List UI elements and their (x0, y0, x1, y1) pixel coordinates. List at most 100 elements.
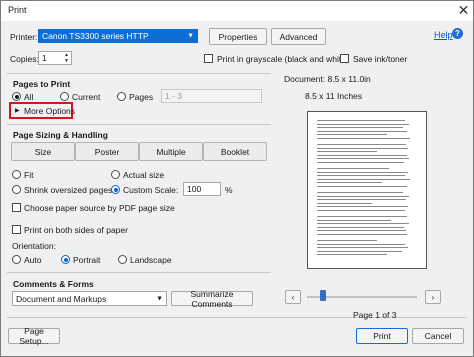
pages-radio[interactable] (117, 92, 126, 101)
preview-text-line (317, 199, 406, 201)
page-setup-button[interactable]: Page Setup... (8, 326, 60, 346)
preview-text-line (317, 175, 405, 177)
preview-text-line (317, 120, 405, 121)
advanced-button[interactable]: Advanced (271, 28, 326, 45)
preview-text-line (317, 138, 410, 139)
preview-page (307, 111, 427, 269)
preview-text-line (317, 151, 377, 153)
tab-poster[interactable]: Poster (75, 142, 139, 161)
preview-text-line (317, 162, 404, 163)
preview-text-line (317, 178, 410, 180)
printer-select-value: Canon TS3300 series HTTP (42, 31, 149, 41)
properties-button[interactable]: Properties (209, 28, 267, 45)
percent-label: % (225, 185, 233, 195)
tab-booklet[interactable]: Booklet (203, 142, 267, 161)
paper-source-label: Choose paper source by PDF page size (24, 203, 175, 213)
pages-label: Pages (129, 92, 154, 102)
custom-scale-value: 100 (187, 184, 202, 194)
shrink-label: Shrink oversized pages (24, 185, 113, 195)
cancel-button[interactable]: Cancel (412, 328, 464, 344)
chevron-left-icon[interactable]: ‹ (285, 290, 301, 304)
page-slider-thumb[interactable] (320, 290, 326, 301)
divider (7, 272, 271, 273)
fit-radio[interactable] (12, 170, 21, 179)
auto-label: Auto (24, 255, 42, 265)
triangle-right-icon: ▶ (15, 108, 20, 114)
landscape-radio[interactable] (118, 255, 127, 264)
preview-text-line (317, 247, 408, 249)
both-sides-label: Print on both sides of paper (24, 225, 128, 235)
pages-range-input[interactable]: 1 - 3 (161, 89, 262, 103)
print-button[interactable]: Print (356, 328, 408, 344)
preview-text-line (317, 223, 409, 225)
current-label: Current (72, 92, 101, 102)
help-link[interactable]: Help (434, 30, 453, 40)
window-title: Print (8, 5, 27, 15)
summarize-comments-button[interactable]: Summarize Comments (171, 289, 253, 309)
tab-size[interactable]: Size (11, 142, 75, 161)
page-indicator: Page 1 of 3 (353, 310, 397, 320)
preview-text-line (317, 171, 408, 173)
save-ink-checkbox[interactable] (340, 54, 349, 63)
divider (7, 73, 271, 74)
preview-text-line (317, 240, 377, 241)
comments-forms-title: Comments & Forms (13, 279, 94, 289)
all-radio[interactable] (12, 92, 21, 101)
portrait-label: Portrait (73, 255, 101, 265)
preview-text-line (317, 154, 407, 156)
preview-text-line (317, 219, 391, 221)
save-ink-label: Save ink/toner (353, 54, 408, 64)
comments-select-value: Document and Markups (16, 293, 107, 304)
preview-text-line (317, 210, 405, 211)
preview-text-line (317, 216, 407, 217)
actual-size-radio[interactable] (111, 170, 120, 179)
tab-booklet-label: Booklet (220, 146, 250, 157)
preview-text-line (317, 192, 403, 193)
more-options-toggle[interactable]: More Options (24, 106, 75, 116)
title-bar: Print ✕ (1, 1, 473, 21)
custom-scale-label: Custom Scale: (123, 185, 179, 195)
preview-text-line (317, 186, 407, 187)
landscape-label: Landscape (130, 255, 172, 265)
pages-range-value: 1 - 3 (165, 91, 183, 101)
preview-text-line (317, 195, 409, 197)
preview-text-line (317, 182, 382, 184)
comments-select[interactable]: Document and Markups ▼ (12, 291, 167, 306)
tab-multiple[interactable]: Multiple (139, 142, 203, 161)
preview-text-line (317, 130, 407, 132)
printer-select[interactable]: Canon TS3300 series HTTP ▼ (38, 29, 198, 43)
orientation-title: Orientation: (12, 241, 56, 251)
actual-size-label: Actual size (123, 170, 165, 180)
portrait-radio[interactable] (61, 255, 70, 264)
both-sides-checkbox[interactable] (12, 225, 21, 234)
auto-radio[interactable] (12, 255, 21, 264)
fit-label: Fit (24, 170, 34, 180)
grayscale-label: Print in grayscale (black and white) (217, 54, 349, 64)
custom-scale-radio[interactable] (111, 185, 120, 194)
preview-text-line (317, 250, 402, 252)
divider (7, 317, 467, 318)
chevron-down-icon: ▼ (156, 295, 163, 302)
custom-scale-input[interactable]: 100 (183, 182, 221, 196)
stepper-icon[interactable]: ▲ ▼ (64, 52, 69, 64)
all-label: All (24, 92, 34, 102)
preview-text-line (317, 158, 409, 160)
paper-source-checkbox[interactable] (12, 203, 21, 212)
preview-text-line (317, 230, 406, 232)
pages-to-print-title: Pages to Print (13, 79, 71, 89)
preview-text-line (317, 123, 409, 125)
help-icon[interactable]: ? (452, 28, 463, 39)
current-radio[interactable] (60, 92, 69, 101)
preview-text-line (317, 234, 407, 235)
preview-text-line (317, 127, 403, 129)
preview-text-line (317, 243, 405, 245)
grayscale-checkbox[interactable] (204, 54, 213, 63)
chevron-right-icon[interactable]: › (425, 290, 441, 304)
print-dialog: Print ✕ Printer: Canon TS3300 series HTT… (0, 0, 474, 357)
copies-input[interactable]: 1 ▲ ▼ (38, 51, 72, 65)
close-icon[interactable]: ✕ (455, 2, 472, 19)
preview-text-line (317, 144, 406, 145)
tab-poster-label: Poster (94, 146, 120, 157)
tab-size-label: Size (34, 146, 52, 157)
shrink-radio[interactable] (12, 185, 21, 194)
